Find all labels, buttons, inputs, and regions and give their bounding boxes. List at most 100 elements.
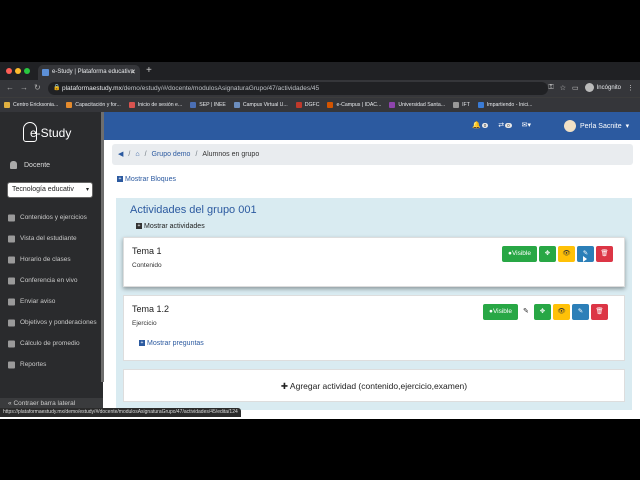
move-button[interactable]: ✥ bbox=[533, 304, 551, 320]
show-activities-label: Mostrar actividades bbox=[144, 223, 205, 230]
move-button[interactable]: ✥ bbox=[538, 246, 556, 262]
subject-select[interactable]: Tecnología educativ ▾ bbox=[7, 182, 93, 198]
bookmark-item[interactable]: Capacitación y for... bbox=[66, 102, 121, 108]
bookmarks-bar: Centro Ericksonia... Capacitación y for..… bbox=[0, 97, 640, 112]
bookmark-item[interactable]: e-Campus | IDAC... bbox=[327, 102, 381, 108]
back-icon[interactable]: ← bbox=[6, 83, 14, 92]
app-logo[interactable]: e-Study bbox=[20, 122, 90, 152]
bookmark-label: Impartiendo - Inici... bbox=[486, 102, 533, 108]
add-activity-button[interactable]: ✚ Agregar actividad (contenido,ejercicio… bbox=[123, 369, 625, 402]
sidebar-item-label: Contenidos y ejercicios bbox=[20, 214, 87, 221]
bookmark-favicon-icon bbox=[327, 102, 334, 108]
star-icon[interactable]: ☆ bbox=[560, 84, 566, 92]
sidebar-nav: Contenidos y ejercicios Vista del estudi… bbox=[0, 207, 103, 375]
activity-type: Contenido bbox=[132, 262, 162, 269]
tasks-button[interactable]: ⇄ 0 bbox=[498, 121, 512, 129]
activity-title: Tema 1.2 bbox=[132, 304, 170, 314]
back-circle-icon[interactable]: ◀ bbox=[118, 144, 123, 165]
bookmark-item[interactable]: Campus Virtual U... bbox=[233, 102, 288, 108]
trash-icon: 🗑 bbox=[595, 308, 604, 315]
sidebar-item-objetivos[interactable]: Objetivos y ponderaciones bbox=[0, 312, 103, 333]
bookmark-label: Campus Virtual U... bbox=[242, 102, 288, 108]
avatar bbox=[564, 120, 576, 132]
menu-kebab-icon[interactable]: ⋮ bbox=[627, 84, 634, 92]
breadcrumb-group[interactable]: Grupo demo bbox=[152, 144, 191, 165]
sidebar: e-Study Docente Tecnología educativ ▾ Co… bbox=[0, 112, 103, 410]
preview-button[interactable]: 👁 bbox=[557, 246, 575, 262]
key-icon[interactable]: ⚿ bbox=[548, 84, 553, 92]
chevron-down-icon: ▾ bbox=[85, 187, 89, 193]
bookmark-label: Inicio de sesión e... bbox=[137, 102, 183, 108]
group-activities-panel: Actividades del grupo 001 + Mostrar activ… bbox=[116, 198, 632, 410]
bookmark-label: e-Campus | IDAC... bbox=[336, 102, 382, 108]
bookmark-item[interactable]: Inicio de sesión e... bbox=[128, 102, 183, 108]
favicon-icon bbox=[42, 69, 49, 76]
new-tab-icon[interactable]: + bbox=[146, 65, 152, 76]
bookmark-label: Centro Ericksonia... bbox=[13, 102, 59, 108]
edit-square-icon: ✎ bbox=[523, 308, 529, 315]
bookmark-item[interactable]: DGFC bbox=[295, 102, 319, 108]
mouse-cursor-icon bbox=[583, 256, 587, 262]
bookmark-item[interactable]: Impartiendo - Inici... bbox=[477, 102, 533, 108]
sidebar-scrollbar[interactable] bbox=[101, 112, 104, 382]
plus-square-icon: + bbox=[136, 223, 142, 230]
sidebar-item-conferencia[interactable]: Conferencia en vivo bbox=[0, 270, 103, 291]
visible-toggle-button[interactable]: ●Visible bbox=[502, 246, 537, 262]
add-activity-label: Agregar actividad (contenido,ejercicio,e… bbox=[289, 381, 468, 391]
collapse-sidebar-label: Contraer barra lateral bbox=[13, 400, 76, 407]
lock-icon: 🔒 bbox=[53, 85, 61, 91]
sidebar-item-promedio[interactable]: Cálculo de promedio bbox=[0, 333, 103, 354]
show-activities-link[interactable]: + Mostrar actividades bbox=[136, 223, 205, 230]
bookmark-favicon-icon bbox=[453, 102, 460, 108]
messages-button[interactable]: ✉▾ bbox=[522, 121, 531, 129]
chart-icon bbox=[8, 361, 15, 368]
bookmark-item[interactable]: IFT bbox=[453, 102, 470, 108]
plus-icon: ✚ bbox=[280, 381, 289, 391]
minimize-window-icon[interactable] bbox=[15, 68, 21, 74]
show-blocks-link[interactable]: + Mostrar Bloques bbox=[117, 176, 176, 183]
delete-button[interactable]: 🗑 bbox=[590, 304, 608, 320]
maximize-window-icon[interactable] bbox=[24, 68, 30, 74]
address-path: /demo/estudy/#/docente/modulosAsignatura… bbox=[121, 85, 320, 92]
sidebar-item-vista-estudiante[interactable]: Vista del estudiante bbox=[0, 228, 103, 249]
bookmark-item[interactable]: Universidad Santa... bbox=[389, 102, 445, 108]
double-chevron-left-icon: « bbox=[8, 400, 12, 407]
sidebar-item-aviso[interactable]: Enviar aviso bbox=[0, 291, 103, 312]
tasks-icon: ⇄ bbox=[498, 122, 505, 129]
bookmark-item[interactable]: SEP | INEE bbox=[190, 102, 226, 108]
incognito-label: Incógnito bbox=[596, 84, 621, 91]
browser-tab[interactable]: e-Study | Plataforma educativa ✕ bbox=[38, 65, 140, 80]
bookmark-label: SEP | INEE bbox=[199, 102, 226, 108]
reload-icon[interactable]: ↻ bbox=[34, 83, 41, 92]
forward-icon[interactable]: → bbox=[20, 83, 28, 92]
browser-chrome: e-Study | Plataforma educativa ✕ + ← → ↻… bbox=[0, 62, 640, 112]
monitor-icon bbox=[8, 235, 15, 242]
bell-icon: 🔔 bbox=[472, 122, 481, 129]
user-menu[interactable]: Perla Sacnite ▾ bbox=[564, 120, 629, 132]
close-window-icon[interactable] bbox=[6, 68, 12, 74]
sidebar-item-label: Cálculo de promedio bbox=[20, 340, 80, 347]
show-blocks-label: Mostrar Bloques bbox=[125, 176, 176, 183]
calendar-icon bbox=[8, 256, 15, 263]
delete-button[interactable]: 🗑 bbox=[595, 246, 613, 262]
breadcrumb-current: Alumnos en grupo bbox=[202, 151, 260, 158]
show-questions-link[interactable]: + Mostrar preguntas bbox=[139, 340, 204, 347]
tab-close-icon[interactable]: ✕ bbox=[130, 65, 136, 80]
sidebar-item-contenidos[interactable]: Contenidos y ejercicios bbox=[0, 207, 103, 228]
send-icon bbox=[8, 298, 15, 305]
preview-button[interactable]: 👁 bbox=[552, 304, 570, 320]
document-icon bbox=[8, 214, 15, 221]
notifications-button[interactable]: 🔔 0 bbox=[472, 121, 489, 129]
edit-questions-button[interactable]: ✎ bbox=[520, 304, 532, 320]
home-icon[interactable]: ⌂ bbox=[135, 144, 139, 165]
sidebar-item-reportes[interactable]: Reportes bbox=[0, 354, 103, 375]
address-bar[interactable]: 🔒 plataformaestudy.mx/demo/estudy/#/doce… bbox=[48, 82, 548, 95]
activity-card: Tema 1 Contenido ●Visible ✥ 👁 ✎ 🗑 bbox=[123, 237, 625, 287]
sidebar-item-horario[interactable]: Horario de clases bbox=[0, 249, 103, 270]
incognito-indicator[interactable]: Incógnito bbox=[584, 83, 621, 92]
visible-toggle-button[interactable]: ●Visible bbox=[483, 304, 518, 320]
edit-button[interactable]: ✎ bbox=[571, 304, 589, 320]
cast-icon[interactable]: ▭ bbox=[572, 84, 579, 92]
bookmark-favicon-icon bbox=[477, 102, 484, 108]
bookmark-item[interactable]: Centro Ericksonia... bbox=[4, 102, 58, 108]
